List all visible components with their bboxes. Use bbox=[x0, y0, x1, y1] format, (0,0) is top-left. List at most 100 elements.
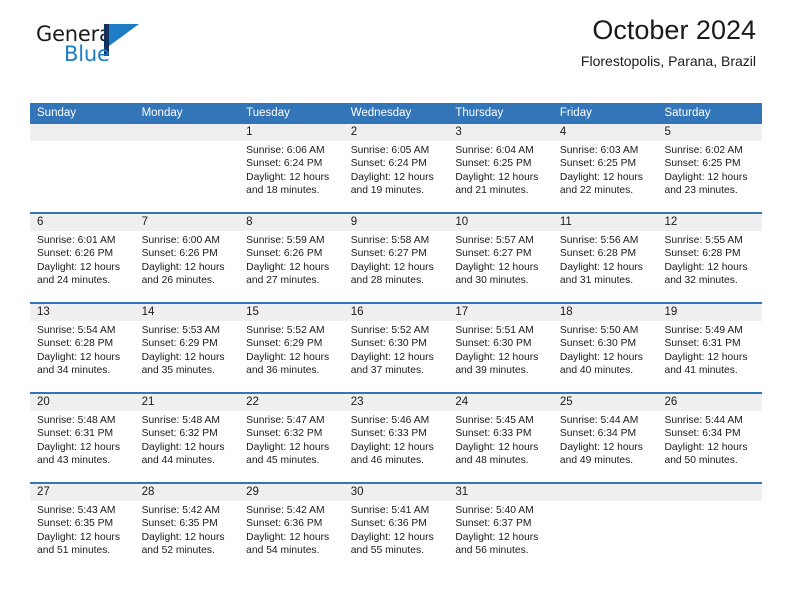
calendar-day-cell[interactable]: 26 Sunrise: 5:44 AM Sunset: 6:34 PM Dayligh… bbox=[657, 394, 763, 482]
sunrise-time: Sunrise: 5:49 AM bbox=[664, 325, 743, 336]
sunset-time: Sunset: 6:26 PM bbox=[246, 248, 323, 260]
calendar-day-cell[interactable]: 2 Sunrise: 6:05 AM Sunset: 6:24 PM Daylight… bbox=[343, 124, 449, 212]
day-number: 27 bbox=[30, 484, 135, 501]
calendar-day-cell[interactable]: 9 Sunrise: 5:58 AM Sunset: 6:27 PM Daylight… bbox=[343, 214, 449, 302]
sunrise-time: Sunrise: 5:57 AM bbox=[455, 235, 534, 246]
sunset-time: Sunset: 6:25 PM bbox=[664, 158, 741, 170]
calendar-day-cell[interactable]: 13 Sunrise: 5:54 AM Sunset: 6:28 PM Dayligh… bbox=[30, 304, 135, 392]
day-number: 7 bbox=[134, 214, 240, 231]
sunrise-time: Sunrise: 6:01 AM bbox=[37, 235, 116, 246]
daylight-line-1: Daylight: 12 hours bbox=[141, 441, 225, 453]
calendar-day-cell[interactable]: 30 Sunrise: 5:41 AM Sunset: 6:36 PM Dayligh… bbox=[343, 484, 449, 572]
calendar-day-cell[interactable]: 29 Sunrise: 5:42 AM Sunset: 6:36 PM Dayligh… bbox=[239, 484, 344, 572]
day-details: Sunrise: 5:51 AM Sunset: 6:30 PM Daylight:… bbox=[448, 321, 553, 378]
calendar-day-cell[interactable]: 20 Sunrise: 5:48 AM Sunset: 6:31 PM Dayligh… bbox=[30, 394, 135, 482]
day-number: 10 bbox=[448, 214, 553, 231]
day-details: Sunrise: 5:41 AM Sunset: 6:36 PM Daylight:… bbox=[344, 501, 449, 558]
weekday-header-monday: Monday bbox=[141, 107, 183, 119]
daylight-line-2: and 44 minutes. bbox=[141, 455, 215, 467]
calendar-week-row: 6 Sunrise: 6:01 AM Sunset: 6:26 PM Daylight… bbox=[30, 212, 763, 302]
day-number bbox=[30, 124, 135, 141]
weekday-header-tuesday: Tuesday bbox=[246, 107, 290, 119]
day-details: Sunrise: 5:47 AM Sunset: 6:32 PM Daylight:… bbox=[239, 411, 344, 468]
daylight-line-1: Daylight: 12 hours bbox=[37, 261, 120, 273]
daylight-line-2: and 43 minutes. bbox=[37, 455, 111, 467]
calendar-week-row: 20 Sunrise: 5:48 AM Sunset: 6:31 PM Dayligh… bbox=[30, 392, 763, 482]
calendar-day-cell[interactable]: 7 Sunrise: 6:00 AM Sunset: 6:26 PM Daylight… bbox=[134, 214, 240, 302]
day-details: Sunrise: 5:45 AM Sunset: 6:33 PM Daylight:… bbox=[448, 411, 553, 468]
calendar-day-cell[interactable]: 21 Sunrise: 5:48 AM Sunset: 6:32 PM Dayligh… bbox=[134, 394, 240, 482]
calendar-day-cell[interactable]: 19 Sunrise: 5:49 AM Sunset: 6:31 PM Dayligh… bbox=[657, 304, 763, 392]
calendar-day-cell[interactable]: 11 Sunrise: 5:56 AM Sunset: 6:28 PM Dayligh… bbox=[552, 214, 658, 302]
calendar-day-cell[interactable]: 5 Sunrise: 6:02 AM Sunset: 6:25 PM Daylight… bbox=[657, 124, 763, 212]
sunrise-time: Sunrise: 6:04 AM bbox=[455, 145, 534, 156]
calendar-day-cell[interactable]: 8 Sunrise: 5:59 AM Sunset: 6:26 PM Daylight… bbox=[239, 214, 344, 302]
weeks-container: 1 Sunrise: 6:06 AM Sunset: 6:24 PM Daylight… bbox=[30, 124, 763, 572]
day-details: Sunrise: 6:02 AM Sunset: 6:25 PM Daylight:… bbox=[657, 141, 762, 198]
daylight-line-2: and 39 minutes. bbox=[455, 365, 529, 377]
calendar-week-cells: 13 Sunrise: 5:54 AM Sunset: 6:28 PM Dayligh… bbox=[30, 304, 763, 392]
calendar-day-cell[interactable]: 3 Sunrise: 6:04 AM Sunset: 6:25 PM Daylight… bbox=[448, 124, 553, 212]
weekday-header-thursday: Thursday bbox=[455, 107, 504, 119]
sunset-time: Sunset: 6:28 PM bbox=[37, 338, 114, 350]
day-details: Sunrise: 5:44 AM Sunset: 6:34 PM Daylight:… bbox=[553, 411, 658, 468]
calendar-day-cell[interactable]: 6 Sunrise: 6:01 AM Sunset: 6:26 PM Daylight… bbox=[30, 214, 135, 302]
title-block: October 2024 Florestopolis, Parana, Braz… bbox=[581, 15, 756, 68]
sunrise-time: Sunrise: 5:55 AM bbox=[664, 235, 743, 246]
day-details: Sunrise: 6:01 AM Sunset: 6:26 PM Daylight:… bbox=[30, 231, 135, 288]
calendar-day-cell[interactable]: 17 Sunrise: 5:51 AM Sunset: 6:30 PM Dayligh… bbox=[448, 304, 553, 392]
sunrise-time: Sunrise: 6:00 AM bbox=[141, 235, 220, 246]
calendar-week-row: 1 Sunrise: 6:06 AM Sunset: 6:24 PM Daylight… bbox=[30, 124, 763, 212]
calendar-day-cell[interactable]: 25 Sunrise: 5:44 AM Sunset: 6:34 PM Dayligh… bbox=[552, 394, 658, 482]
sunset-time: Sunset: 6:35 PM bbox=[37, 518, 114, 530]
sunset-time: Sunset: 6:24 PM bbox=[246, 158, 323, 170]
sunset-time: Sunset: 6:24 PM bbox=[350, 158, 427, 170]
calendar-day-cell[interactable]: 23 Sunrise: 5:46 AM Sunset: 6:33 PM Dayligh… bbox=[343, 394, 449, 482]
day-details: Sunrise: 5:59 AM Sunset: 6:26 PM Daylight:… bbox=[239, 231, 344, 288]
calendar-day-cell[interactable]: 22 Sunrise: 5:47 AM Sunset: 6:32 PM Dayligh… bbox=[239, 394, 344, 482]
sunrise-time: Sunrise: 5:44 AM bbox=[664, 415, 743, 426]
day-details: Sunrise: 5:42 AM Sunset: 6:35 PM Daylight:… bbox=[135, 501, 240, 558]
calendar-week-cells: 20 Sunrise: 5:48 AM Sunset: 6:31 PM Dayligh… bbox=[30, 394, 763, 482]
weekday-header-sunday: Sunday bbox=[37, 107, 77, 119]
day-number: 13 bbox=[30, 304, 135, 321]
calendar-day-cell[interactable]: 18 Sunrise: 5:50 AM Sunset: 6:30 PM Dayligh… bbox=[552, 304, 658, 392]
calendar-day-cell[interactable]: 16 Sunrise: 5:52 AM Sunset: 6:30 PM Dayligh… bbox=[343, 304, 449, 392]
daylight-line-2: and 18 minutes. bbox=[246, 185, 320, 197]
calendar-day-cell-empty bbox=[134, 124, 240, 212]
sunrise-time: Sunrise: 6:06 AM bbox=[246, 145, 325, 156]
day-number: 22 bbox=[239, 394, 344, 411]
sunrise-time: Sunrise: 5:43 AM bbox=[37, 505, 116, 516]
daylight-line-1: Daylight: 12 hours bbox=[141, 261, 225, 273]
calendar-day-cell[interactable]: 14 Sunrise: 5:53 AM Sunset: 6:29 PM Dayligh… bbox=[134, 304, 240, 392]
calendar-day-cell[interactable]: 28 Sunrise: 5:42 AM Sunset: 6:35 PM Dayligh… bbox=[134, 484, 240, 572]
day-details: Sunrise: 5:56 AM Sunset: 6:28 PM Daylight:… bbox=[553, 231, 658, 288]
daylight-line-1: Daylight: 12 hours bbox=[246, 171, 330, 183]
daylight-line-2: and 28 minutes. bbox=[350, 275, 425, 287]
day-number: 16 bbox=[343, 304, 449, 321]
calendar-day-cell[interactable]: 4 Sunrise: 6:03 AM Sunset: 6:25 PM Daylight… bbox=[552, 124, 658, 212]
page-title: October 2024 bbox=[592, 15, 756, 45]
sunset-time: Sunset: 6:30 PM bbox=[455, 338, 532, 350]
day-details: Sunrise: 5:42 AM Sunset: 6:36 PM Daylight:… bbox=[239, 501, 344, 558]
calendar-day-cell[interactable]: 1 Sunrise: 6:06 AM Sunset: 6:24 PM Daylight… bbox=[239, 124, 344, 212]
calendar-day-cell[interactable]: 31 Sunrise: 5:40 AM Sunset: 6:37 PM Dayligh… bbox=[448, 484, 553, 572]
day-details: Sunrise: 5:43 AM Sunset: 6:35 PM Daylight:… bbox=[30, 501, 135, 558]
daylight-line-2: and 46 minutes. bbox=[350, 455, 425, 467]
calendar-day-cell[interactable]: 24 Sunrise: 5:45 AM Sunset: 6:33 PM Dayligh… bbox=[448, 394, 553, 482]
calendar-day-cell[interactable]: 12 Sunrise: 5:55 AM Sunset: 6:28 PM Dayligh… bbox=[657, 214, 763, 302]
calendar-day-cell[interactable]: 15 Sunrise: 5:52 AM Sunset: 6:29 PM Dayligh… bbox=[239, 304, 344, 392]
sunset-time: Sunset: 6:28 PM bbox=[559, 248, 637, 260]
sunset-time: Sunset: 6:28 PM bbox=[664, 248, 741, 260]
calendar-day-cell[interactable]: 10 Sunrise: 5:57 AM Sunset: 6:27 PM Dayligh… bbox=[448, 214, 553, 302]
daylight-line-2: and 31 minutes. bbox=[559, 275, 634, 287]
calendar-day-cell[interactable]: 27 Sunrise: 5:43 AM Sunset: 6:35 PM Dayligh… bbox=[30, 484, 135, 572]
sunrise-time: Sunrise: 5:52 AM bbox=[246, 325, 325, 336]
sunset-time: Sunset: 6:30 PM bbox=[559, 338, 637, 350]
day-number: 25 bbox=[552, 394, 658, 411]
sunrise-time: Sunrise: 6:03 AM bbox=[559, 145, 639, 156]
day-details: Sunrise: 5:57 AM Sunset: 6:27 PM Daylight:… bbox=[448, 231, 553, 288]
sunset-time: Sunset: 6:27 PM bbox=[350, 248, 427, 260]
weekday-header-wednesday: Wednesday bbox=[350, 107, 412, 119]
calendar-week-cells: 27 Sunrise: 5:43 AM Sunset: 6:35 PM Dayligh… bbox=[30, 484, 763, 572]
